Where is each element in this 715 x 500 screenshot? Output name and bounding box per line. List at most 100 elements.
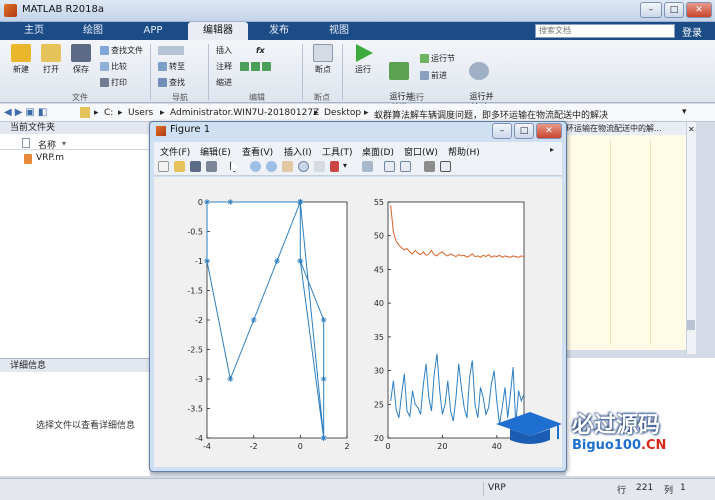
goto-button[interactable]: 转至: [158, 61, 185, 73]
status-row-label: 行: [617, 486, 627, 496]
find-files-icon: [100, 46, 109, 55]
nav-arrows-icon[interactable]: ◀▶▣◧: [4, 107, 56, 119]
data-cursor-icon[interactable]: [314, 161, 325, 172]
open-label: 打开: [43, 65, 59, 74]
figure-minimize-button[interactable]: –: [492, 123, 512, 139]
maximize-button[interactable]: □: [664, 2, 684, 18]
tab-editor[interactable]: 编辑器: [188, 22, 248, 40]
indent-button[interactable]: 缩进: [216, 77, 232, 89]
rotate-3d-icon[interactable]: [298, 161, 309, 172]
group-run-label: 运行: [408, 93, 424, 102]
tab-apps[interactable]: APP: [128, 22, 178, 40]
breadcrumb-drive[interactable]: C:: [104, 108, 113, 118]
watermark-sub-suffix: .CN: [641, 438, 667, 453]
editor-area[interactable]: [566, 135, 686, 350]
new-figure-icon[interactable]: [158, 161, 169, 172]
login-link[interactable]: 登录: [682, 24, 702, 39]
y-tick-label: -0.5: [187, 228, 203, 237]
brush-icon[interactable]: [330, 161, 339, 172]
figure-maximize-button[interactable]: □: [514, 123, 534, 139]
breadcrumb-separator-icon: ▸: [364, 108, 369, 118]
tab-home[interactable]: 主页: [10, 22, 58, 40]
menubar-dock-icon[interactable]: ▸: [550, 145, 554, 154]
x-tick-label: -4: [203, 442, 211, 451]
run-icon: [356, 44, 373, 62]
menu-window[interactable]: 窗口(W): [404, 145, 438, 158]
tab-publish[interactable]: 发布: [254, 22, 304, 40]
menu-insert[interactable]: 插入(I): [284, 145, 312, 158]
indent-label: 缩进: [216, 78, 232, 87]
hide-plot-tools-icon[interactable]: [424, 161, 435, 172]
advance-button[interactable]: 前进: [420, 70, 447, 82]
menu-view[interactable]: 查看(V): [242, 145, 273, 158]
show-plot-tools-icon[interactable]: [440, 161, 451, 172]
run-time-button[interactable]: 运行并 计时: [462, 44, 496, 113]
breakpoint-button[interactable]: 断点: [308, 44, 338, 75]
group-breakpoints-label: 断点: [314, 93, 330, 102]
x-tick-label: 2: [344, 442, 349, 451]
print-button[interactable]: 打印: [100, 77, 127, 89]
back-nav-button[interactable]: [158, 45, 186, 57]
edit-tool-icons[interactable]: [240, 62, 296, 88]
window-title: MATLAB R2018a: [22, 4, 105, 15]
status-row-value: 221: [636, 483, 654, 493]
figure-title: Figure 1: [170, 124, 211, 135]
find-button[interactable]: 查找: [158, 77, 185, 89]
insert-button[interactable]: 插入: [216, 45, 232, 57]
fx-button[interactable]: fx: [256, 45, 265, 57]
breadcrumb-desktop[interactable]: Desktop: [324, 108, 361, 118]
menu-help[interactable]: 帮助(H): [448, 145, 480, 158]
status-filename: VRP: [488, 483, 506, 493]
sort-desc-icon[interactable]: ▾: [62, 139, 66, 148]
address-dropdown-icon[interactable]: ▾: [682, 107, 687, 117]
zoom-out-icon[interactable]: [266, 161, 277, 172]
link-plot-icon[interactable]: [362, 161, 373, 172]
close-button[interactable]: ✕: [686, 2, 712, 18]
run-section-label: 运行节: [431, 54, 455, 63]
open-folder-icon: [41, 44, 61, 62]
search-docs-input[interactable]: 搜索文档: [535, 24, 675, 38]
new-button[interactable]: 新建: [6, 44, 36, 75]
scrollbar-thumb[interactable]: [687, 320, 695, 330]
y-tick-label: -2: [195, 316, 203, 325]
insert-legend-icon[interactable]: [400, 161, 411, 172]
x-tick-label: 20: [437, 442, 447, 451]
run-button[interactable]: 运行: [348, 44, 378, 75]
breadcrumb-project-folder[interactable]: 蚁群算法解车辆调度问题，即多环运输在物流配送中的解决: [374, 108, 674, 121]
minimize-button[interactable]: –: [640, 2, 662, 18]
zoom-in-icon[interactable]: [250, 161, 261, 172]
save-figure-icon[interactable]: [190, 161, 201, 172]
watermark-sub-name: Biguo100: [572, 438, 641, 453]
menu-tools[interactable]: 工具(T): [322, 145, 353, 158]
y-tick-label: 50: [374, 232, 384, 241]
comment-button[interactable]: 注释: [216, 61, 232, 73]
find-files-button[interactable]: 查找文件: [100, 45, 143, 57]
breadcrumb-user[interactable]: Administrator.WIN7U-20180127Z: [170, 108, 319, 118]
insert-colorbar-icon[interactable]: [384, 161, 395, 172]
menu-desktop[interactable]: 桌面(D): [362, 145, 394, 158]
pan-hand-icon[interactable]: [282, 161, 293, 172]
tab-view[interactable]: 视图: [314, 22, 364, 40]
new-label: 新建: [13, 65, 29, 74]
y-tick-label: 55: [374, 198, 384, 207]
matlab-file-icon: [24, 154, 32, 164]
menu-edit[interactable]: 编辑(E): [200, 145, 231, 158]
open-button[interactable]: 打开: [36, 44, 66, 75]
back-forward-icon: [158, 46, 184, 55]
file-list-item[interactable]: VRP.m: [36, 153, 64, 163]
compare-button[interactable]: 比较: [100, 61, 127, 73]
tab-plots[interactable]: 绘图: [68, 22, 118, 40]
print-figure-icon[interactable]: [206, 161, 217, 172]
menu-file[interactable]: 文件(F): [160, 145, 190, 158]
open-file-icon[interactable]: [174, 161, 185, 172]
run-section-button[interactable]: 运行节: [420, 53, 455, 65]
breadcrumb-users[interactable]: Users: [128, 108, 153, 118]
brush-dropdown-icon[interactable]: ▾: [343, 161, 347, 170]
editor-tab-strip[interactable]: 环运输在物流配送中的解...: [566, 122, 686, 135]
save-button[interactable]: 保存: [66, 44, 96, 75]
breadcrumb-separator-icon: ▸: [314, 108, 319, 118]
comment-label: 注释: [216, 62, 232, 71]
separator: [342, 44, 343, 100]
close-editor-icon[interactable]: ✕: [688, 125, 695, 134]
figure-close-button[interactable]: ✕: [536, 123, 562, 139]
